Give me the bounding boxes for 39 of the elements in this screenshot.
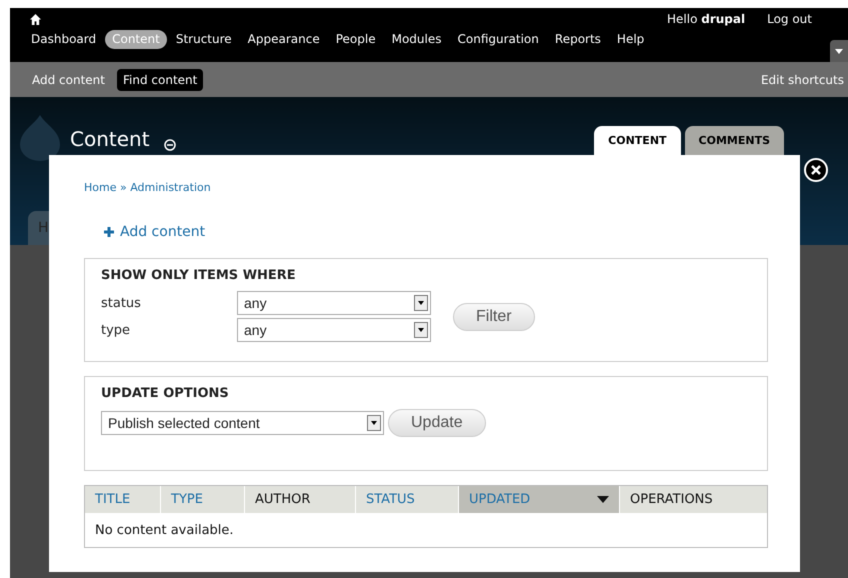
shortcut-link[interactable]: Add content [26, 68, 111, 90]
menu-item[interactable]: People [328, 30, 383, 49]
menu-item[interactable]: Help [610, 30, 652, 49]
toggle-handle[interactable] [830, 40, 848, 62]
plus-icon [104, 227, 114, 237]
menu-item[interactable]: Reports [548, 30, 608, 49]
field-label: status [101, 296, 142, 310]
menu-item[interactable]: Dashboard [24, 30, 104, 49]
collapse-icon[interactable] [164, 139, 176, 151]
filter-button[interactable]: Filter [453, 302, 535, 330]
fieldset-legend: SHOW ONLY ITEMS WHERE [101, 268, 751, 283]
menu-item[interactable]: Appearance [240, 30, 327, 49]
sort-caret-icon [597, 496, 609, 503]
select-field[interactable]: any [237, 291, 431, 315]
update-button[interactable]: Update [388, 409, 486, 437]
home-icon[interactable] [30, 14, 41, 24]
field-label: type [101, 322, 132, 338]
column-header[interactable]: TYPE [161, 486, 245, 513]
caret-icon [835, 48, 843, 54]
edit-shortcuts-link[interactable]: Edit shortcuts [760, 72, 844, 86]
add-content-link[interactable]: Add content [104, 224, 206, 240]
empty-message: No content available. [94, 522, 235, 540]
column-header[interactable]: AUTHOR [245, 486, 356, 513]
greeting-text: Hello drupal [667, 12, 746, 26]
menu-item[interactable]: Modules [384, 30, 448, 49]
menu-item[interactable]: Structure [168, 30, 239, 49]
breadcrumb: Home » Administration [84, 181, 212, 194]
menu-item[interactable]: Configuration [450, 30, 546, 49]
page-tab[interactable]: COMMENTS [684, 126, 784, 155]
page-title: Content [70, 127, 150, 151]
page-tab[interactable]: CONTENT [594, 126, 681, 155]
column-header[interactable]: OPERATIONS [620, 486, 767, 513]
drop-logo-icon [20, 115, 60, 161]
column-header[interactable]: TITLE [85, 486, 161, 513]
logout-link[interactable]: Log out [767, 12, 812, 26]
select-field[interactable]: Publish selected content [101, 411, 384, 435]
fieldset-legend: UPDATE OPTIONS [101, 386, 751, 401]
select-field[interactable]: any [237, 318, 431, 342]
shortcut-link[interactable]: Find content [117, 68, 204, 90]
